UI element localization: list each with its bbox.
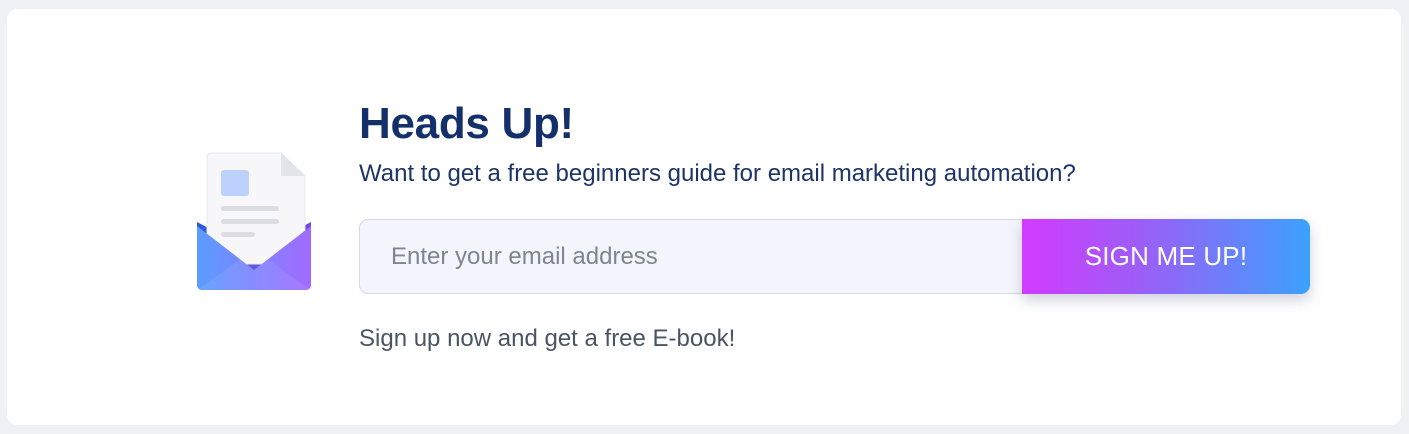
signup-card: Heads Up! Want to get a free beginners g… [7,9,1401,425]
email-field[interactable] [359,219,1022,294]
page-title: Heads Up! [359,99,574,148]
envelope-document-icon [197,152,311,290]
subtitle: Want to get a free beginners guide for e… [359,160,1076,187]
signup-content: Heads Up! Want to get a free beginners g… [359,99,1319,352]
signup-form: SIGN ME UP! [359,219,1310,294]
ebook-note: Sign up now and get a free E-book! [359,325,736,352]
sign-up-button[interactable]: SIGN ME UP! [1022,219,1310,294]
